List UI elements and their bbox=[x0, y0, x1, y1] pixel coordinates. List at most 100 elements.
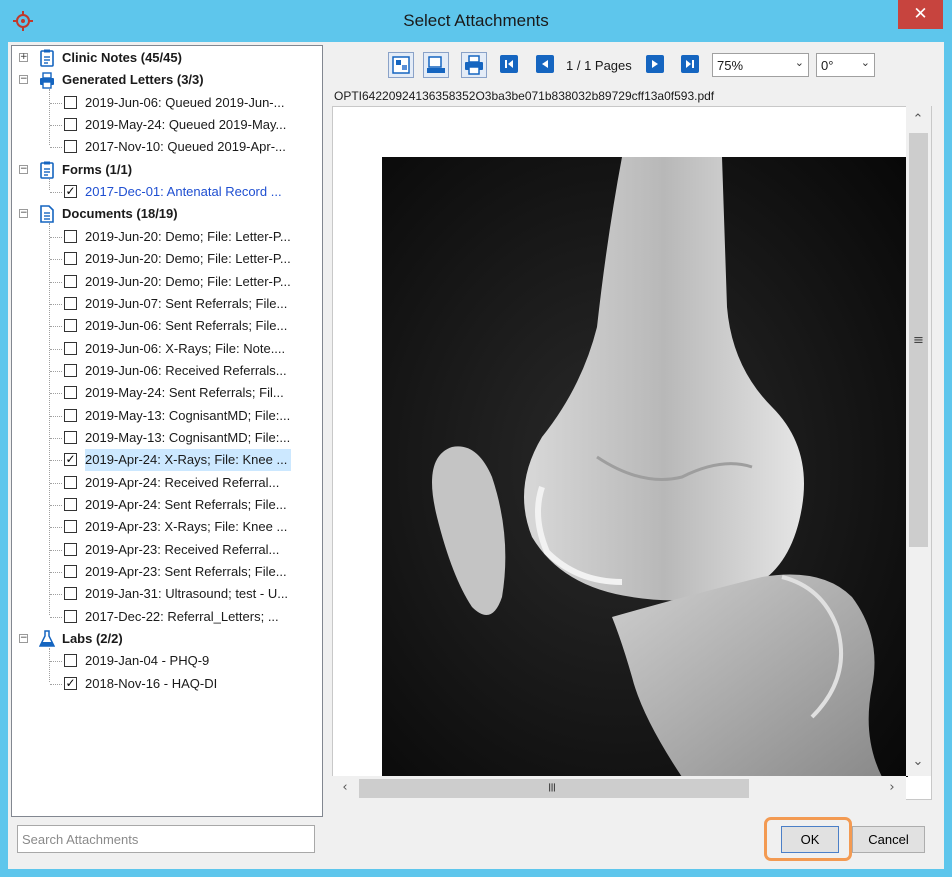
next-page-button[interactable] bbox=[646, 55, 664, 73]
attachment-item[interactable]: 2019-Jun-06: Sent Referrals; File... bbox=[12, 315, 322, 337]
attachment-item[interactable]: 2019-Apr-23: Received Referral... bbox=[12, 539, 322, 561]
attachment-item[interactable]: 2019-Apr-24: Received Referral... bbox=[12, 472, 322, 494]
tree-connector bbox=[50, 482, 62, 484]
tree-connector bbox=[50, 281, 62, 283]
attachment-item[interactable]: 2019-Jun-06: X-Rays; File: Note.... bbox=[12, 338, 322, 360]
collapse-icon[interactable]: − bbox=[19, 164, 28, 174]
checkbox[interactable] bbox=[64, 95, 77, 109]
attachment-item[interactable]: 2019-Jan-04 - PHQ-9 bbox=[12, 650, 322, 672]
collapse-icon[interactable]: − bbox=[19, 75, 28, 85]
attachment-item[interactable]: 2017-Nov-10: Queued 2019-Apr-... bbox=[12, 136, 322, 158]
printer-icon bbox=[39, 71, 55, 90]
close-button[interactable]: ✕ bbox=[898, 0, 943, 29]
attachment-item[interactable]: 2019-May-13: CognisantMD; File:... bbox=[12, 405, 322, 427]
rotation-select[interactable]: 0° ⌄ bbox=[816, 53, 875, 77]
attachment-item[interactable]: 2019-Apr-23: Sent Referrals; File... bbox=[12, 561, 322, 583]
checkbox[interactable] bbox=[64, 341, 77, 355]
cancel-button[interactable]: Cancel bbox=[852, 826, 925, 853]
checkbox[interactable] bbox=[64, 274, 77, 288]
checkbox-checked[interactable]: ✓ bbox=[64, 185, 77, 199]
tree-group[interactable]: − Documents (18/19) bbox=[12, 203, 322, 225]
attachment-item[interactable]: 2019-Apr-24: Sent Referrals; File... bbox=[12, 494, 322, 516]
checkbox[interactable] bbox=[64, 296, 77, 310]
tree-group-label: Labs (2/2) bbox=[62, 631, 123, 647]
tree-group[interactable]: − Labs (2/2) bbox=[12, 628, 322, 650]
checkbox[interactable] bbox=[64, 475, 77, 489]
checkbox[interactable] bbox=[64, 498, 77, 511]
tree-connector bbox=[50, 415, 62, 417]
tree-connector bbox=[50, 527, 62, 529]
clipboard-icon bbox=[39, 49, 55, 67]
attachment-item[interactable]: 2019-Jun-06: Queued 2019-Jun-... bbox=[12, 92, 322, 114]
document-viewer[interactable] bbox=[332, 106, 932, 800]
print-button[interactable] bbox=[461, 52, 487, 78]
expand-icon[interactable]: + bbox=[19, 53, 28, 62]
checkbox[interactable] bbox=[64, 520, 77, 534]
attachment-item[interactable]: ✓ 2018-Nov-16 - HAQ-DI bbox=[12, 673, 322, 695]
tree-connector bbox=[50, 393, 62, 395]
attachments-tree[interactable]: + Clinic Notes (45/45) − Generated Letters … bbox=[11, 45, 323, 817]
scan-button[interactable] bbox=[423, 52, 449, 78]
checkbox[interactable] bbox=[64, 140, 77, 154]
scroll-down-icon[interactable]: ⌄ bbox=[906, 750, 930, 774]
checkbox[interactable] bbox=[64, 386, 77, 400]
tree-group[interactable]: − Generated Letters (3/3) bbox=[12, 69, 322, 91]
checkbox[interactable] bbox=[64, 430, 77, 444]
checkbox[interactable] bbox=[64, 229, 77, 243]
title-bar: Select Attachments ✕ bbox=[0, 0, 952, 42]
attachment-item[interactable]: 2019-May-24: Sent Referrals; Fil... bbox=[12, 382, 322, 404]
search-attachments-input[interactable]: Search Attachments bbox=[17, 825, 315, 853]
previous-page-button[interactable] bbox=[536, 55, 554, 73]
attachment-item[interactable]: 2019-May-13: CognisantMD; File:... bbox=[12, 427, 322, 449]
checkbox[interactable] bbox=[64, 565, 77, 579]
attachment-item[interactable]: 2019-Jun-06: Received Referrals... bbox=[12, 360, 322, 382]
zoom-select[interactable]: 75% ⌄ bbox=[712, 53, 809, 77]
scroll-right-icon[interactable]: › bbox=[880, 776, 904, 800]
first-page-icon bbox=[505, 60, 513, 68]
fit-page-button[interactable] bbox=[388, 52, 414, 78]
attachment-item[interactable]: 2019-Jan-31: Ultrasound; test - U... bbox=[12, 583, 322, 605]
attachment-item[interactable]: ✓ 2019-Apr-24: X-Rays; File: Knee ... bbox=[12, 449, 322, 472]
checkbox[interactable] bbox=[64, 408, 77, 422]
printer-icon bbox=[465, 55, 483, 75]
last-page-button[interactable] bbox=[681, 55, 699, 73]
checkbox[interactable] bbox=[64, 252, 77, 266]
attachment-item-label: 2018-Nov-16 - HAQ-DI bbox=[85, 675, 218, 691]
checkbox-checked[interactable]: ✓ bbox=[64, 676, 77, 690]
attachment-item[interactable]: 2019-May-24: Queued 2019-May... bbox=[12, 114, 322, 136]
checkbox[interactable] bbox=[64, 587, 77, 601]
collapse-icon[interactable]: − bbox=[19, 634, 28, 644]
attachment-item-label: 2017-Dec-22: Referral_Letters; ... bbox=[85, 608, 279, 624]
attachment-item[interactable]: ✓ 2017-Dec-01: Antenatal Record ... bbox=[12, 181, 322, 203]
checkbox-checked[interactable]: ✓ bbox=[64, 453, 77, 467]
attachment-item-label: 2019-Jun-06: Sent Referrals; File... bbox=[85, 318, 288, 334]
tree-connector bbox=[50, 236, 62, 238]
tree-connector bbox=[50, 594, 62, 596]
scroll-left-icon[interactable]: ‹ bbox=[333, 776, 357, 800]
checkbox[interactable] bbox=[64, 654, 77, 668]
attachment-item[interactable]: 2019-Apr-23: X-Rays; File: Knee ... bbox=[12, 516, 322, 538]
checkbox[interactable] bbox=[64, 609, 77, 623]
collapse-icon[interactable]: − bbox=[19, 209, 28, 219]
attachment-item[interactable]: 2017-Dec-22: Referral_Letters; ... bbox=[12, 606, 322, 628]
flask-icon bbox=[38, 630, 56, 648]
tree-connector bbox=[50, 505, 62, 506]
first-page-button[interactable] bbox=[500, 55, 518, 73]
window-title: Select Attachments bbox=[403, 11, 549, 30]
attachment-item[interactable]: 2019-Jun-07: Sent Referrals; File... bbox=[12, 293, 322, 315]
tree-group[interactable]: + Clinic Notes (45/45) bbox=[12, 47, 322, 69]
zoom-value: 75% bbox=[717, 58, 744, 73]
attachment-item-label: 2019-May-24: Queued 2019-May... bbox=[85, 117, 287, 133]
checkbox[interactable] bbox=[64, 118, 77, 132]
ok-button[interactable]: OK bbox=[781, 826, 839, 853]
tree-group[interactable]: − Forms (1/1) bbox=[12, 159, 322, 181]
checkbox[interactable] bbox=[64, 319, 77, 333]
attachment-item-label: 2019-Apr-23: Received Referral... bbox=[85, 541, 280, 557]
attachment-item[interactable]: 2019-Jun-20: Demo; File: Letter-P... bbox=[12, 248, 322, 270]
checkbox[interactable] bbox=[64, 542, 77, 556]
attachment-item[interactable]: 2019-Jun-20: Demo; File: Letter-P... bbox=[12, 271, 322, 293]
checkbox[interactable] bbox=[64, 363, 77, 377]
attachment-item[interactable]: 2019-Jun-20: Demo; File: Letter-P... bbox=[12, 226, 322, 248]
scroll-up-icon[interactable]: ⌃ bbox=[906, 108, 930, 132]
grip-icon: ≡ bbox=[543, 782, 559, 793]
